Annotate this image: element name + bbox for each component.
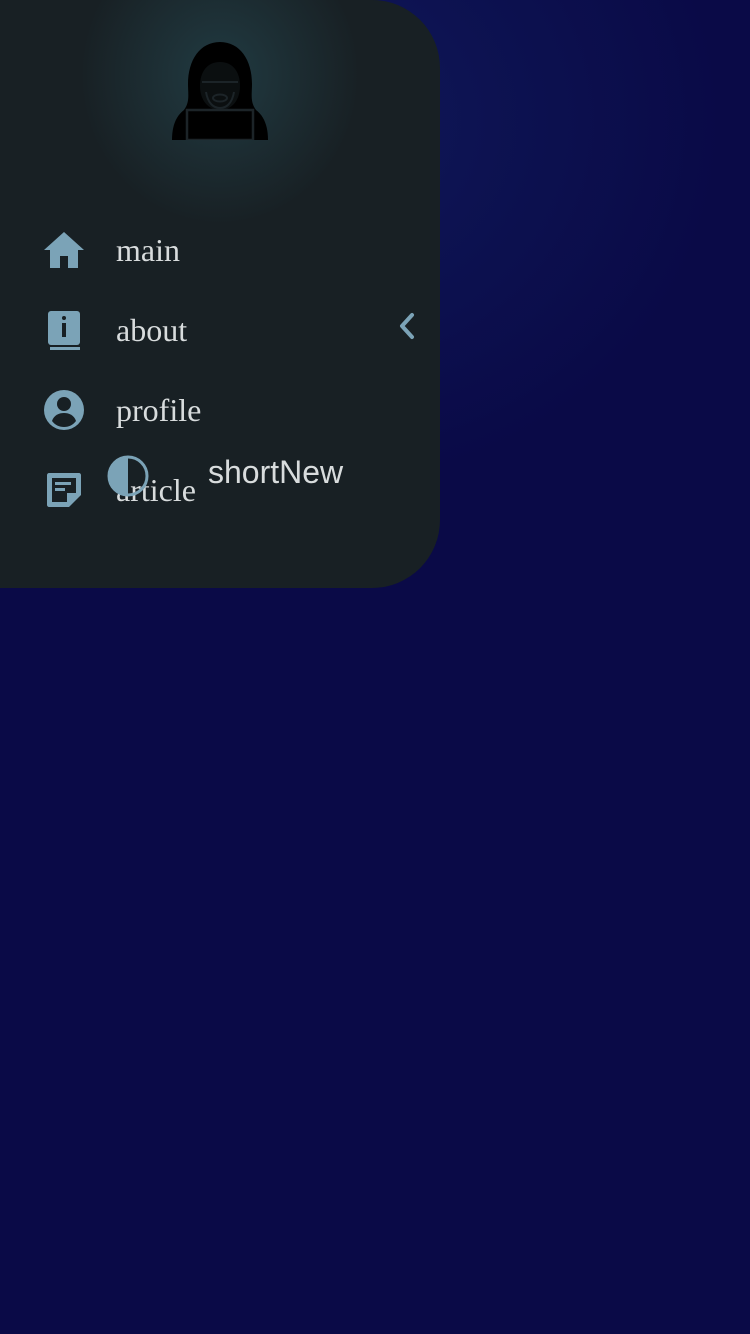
hacker-icon [170,40,270,142]
theme-toggle-label: shortNew [208,454,344,490]
note-icon [40,466,88,514]
theme-toggle[interactable]: shortNew [106,454,343,498]
nav-item-about[interactable]: about [40,300,400,360]
account-circle-icon [40,386,88,434]
chevron-left-icon[interactable] [396,312,420,340]
nav-label-main: main [116,232,180,268]
nav-label-profile: profile [116,392,202,428]
home-icon [40,226,88,274]
contrast-icon [106,454,150,498]
nav-item-main[interactable]: main [40,220,400,280]
nav-label-about: about [116,312,188,348]
nav-item-profile[interactable]: profile [40,380,400,440]
navigation-drawer: main about profile article shortNew [0,0,440,588]
info-book-icon [40,306,88,354]
